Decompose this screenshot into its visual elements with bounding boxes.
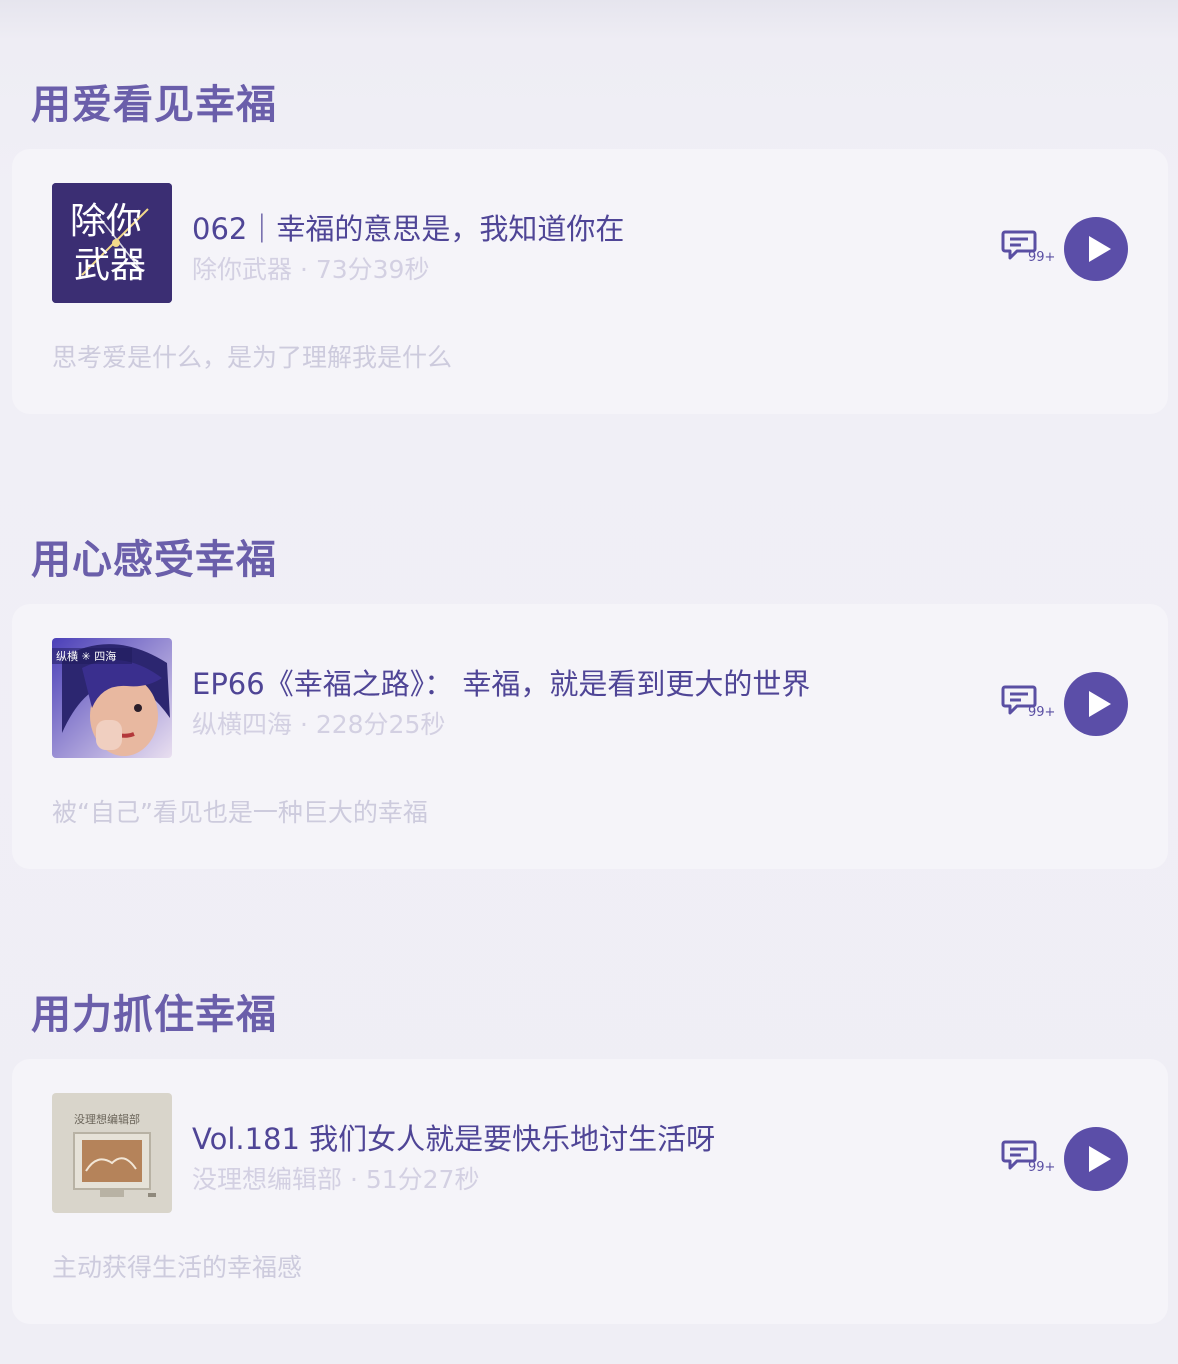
episode-description: 主动获得生活的幸福感 (52, 1253, 303, 1282)
episode-description: 思考爱是什么，是为了理解我是什么 (52, 343, 453, 372)
comment-count: 99+ (1028, 250, 1056, 265)
episode-card[interactable]: 除你 武器 062｜幸福的意思是，我知道你在 除你武器 · 73分39秒 思考爱… (12, 149, 1168, 414)
episode-meta: 除你武器 · 73分39秒 (192, 255, 430, 284)
comment-button[interactable]: 99+ (1001, 229, 1057, 269)
cover-label: 纵横 ✳ 四海 (56, 649, 116, 663)
cover-art: 除你 武器 (52, 183, 172, 303)
cover-art: 没理想编辑部 (52, 1093, 172, 1213)
episode-meta: 纵横四海 · 228分25秒 (192, 710, 446, 739)
comment-button[interactable]: 99+ (1001, 1139, 1057, 1179)
comment-count: 99+ (1028, 1160, 1056, 1175)
cover-text-2: 武器 (74, 245, 146, 286)
cover-label: 没理想编辑部 (74, 1112, 140, 1126)
play-button[interactable] (1064, 217, 1128, 281)
episode-cover[interactable]: 除你 武器 (52, 183, 172, 303)
episode-description: 被“自己”看见也是一种巨大的幸福 (52, 798, 428, 827)
episode-title[interactable]: 062｜幸福的意思是，我知道你在 (192, 215, 624, 244)
play-button[interactable] (1064, 1127, 1128, 1191)
cover-text-1: 除你 (70, 201, 142, 242)
section-title: 用爱看见幸福 (31, 82, 277, 128)
cover-art: 纵横 ✳ 四海 (52, 638, 172, 758)
episode-cover[interactable]: 纵横 ✳ 四海 (52, 638, 172, 758)
episode-title[interactable]: EP66《幸福之路》： 幸福，就是看到更大的世界 (192, 670, 810, 699)
episode-card[interactable]: 纵横 ✳ 四海 EP66《幸福之路》： 幸福，就是看到更大的世界 纵横四海 · … (12, 604, 1168, 869)
episode-title[interactable]: Vol.181 我们女人就是要快乐地讨生活呀 (192, 1125, 715, 1154)
comment-count: 99+ (1028, 705, 1056, 720)
episode-card[interactable]: 没理想编辑部 Vol.181 我们女人就是要快乐地讨生活呀 没理想编辑部 · 5… (12, 1059, 1168, 1324)
section-title: 用力抓住幸福 (31, 992, 277, 1038)
episode-cover[interactable]: 没理想编辑部 (52, 1093, 172, 1213)
play-button[interactable] (1064, 672, 1128, 736)
comment-button[interactable]: 99+ (1001, 684, 1057, 724)
episode-meta: 没理想编辑部 · 51分27秒 (192, 1165, 480, 1194)
section-title: 用心感受幸福 (31, 537, 277, 583)
